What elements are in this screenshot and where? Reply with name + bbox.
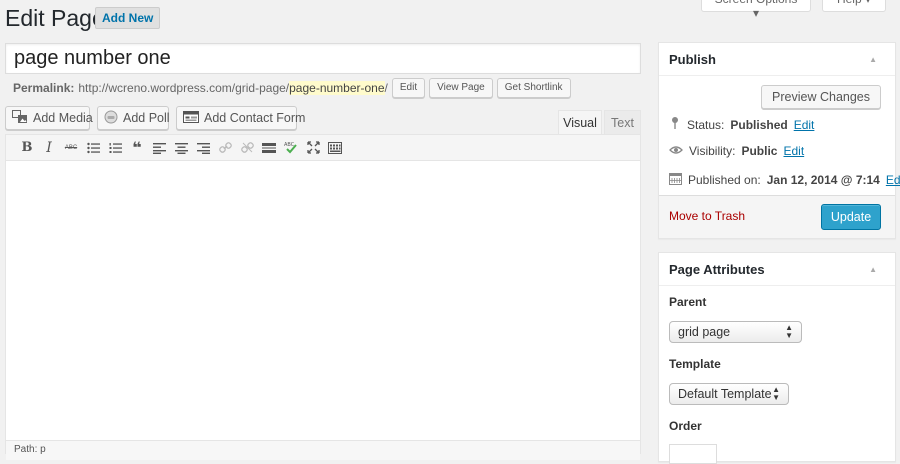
collapse-arrow-icon[interactable]: ▲ xyxy=(869,253,877,286)
preview-changes-button[interactable]: Preview Changes xyxy=(761,85,881,109)
visibility-edit-link[interactable]: Edit xyxy=(783,144,804,158)
remove-link-icon[interactable] xyxy=(236,137,258,159)
permalink-trailing: / xyxy=(384,81,388,95)
select-arrows-icon: ▲ ▼ xyxy=(772,385,780,402)
status-label: Status: xyxy=(687,117,725,132)
published-edit-link[interactable]: Edit xyxy=(886,173,900,187)
status-value: Published xyxy=(730,117,788,132)
editor-path-bar: Path: p xyxy=(6,440,640,460)
status-row: Status: Published Edit xyxy=(669,116,814,133)
add-new-button[interactable]: Add New xyxy=(95,7,161,29)
published-label: Published on: xyxy=(688,173,761,187)
order-label: Order xyxy=(669,419,702,433)
permalink-base[interactable]: http://wcreno.wordpress.com/grid-page/ xyxy=(78,81,289,95)
blockquote-icon[interactable]: ❝ xyxy=(126,137,148,159)
calendar-icon xyxy=(669,172,682,188)
poll-icon xyxy=(104,110,118,127)
select-arrows-icon: ▲ ▼ xyxy=(785,323,793,340)
add-contact-form-label: Add Contact Form xyxy=(204,111,306,125)
spellcheck-icon[interactable]: ABC xyxy=(280,137,302,159)
permalink-edit-button[interactable]: Edit xyxy=(391,78,426,98)
add-media-button[interactable]: Add Media xyxy=(5,106,93,130)
bold-glyph: B xyxy=(21,140,33,155)
parent-select[interactable]: grid page ▲ ▼ xyxy=(669,321,802,343)
contact-form-icon xyxy=(183,110,199,126)
move-to-trash-link[interactable]: Move to Trash xyxy=(669,209,745,223)
content-editor: B I ABC ❝ ABC Path: p xyxy=(5,134,641,460)
add-poll-label: Add Poll xyxy=(123,111,170,125)
publish-box-header[interactable]: Publish ▲ xyxy=(659,43,895,76)
strike-glyph: ABC xyxy=(64,144,78,151)
page-attributes-header[interactable]: Page Attributes ▲ xyxy=(659,253,895,286)
template-select-value: Default Template xyxy=(678,387,772,401)
editor-toolbar: B I ABC ❝ ABC xyxy=(6,135,640,161)
align-left-icon[interactable] xyxy=(148,137,170,159)
help-button[interactable]: Help ▾ xyxy=(822,0,886,12)
published-on-row: Published on: Jan 12, 2014 @ 7:14 Edit xyxy=(669,172,900,188)
title-input[interactable]: page number one xyxy=(5,43,641,74)
numbered-list-icon[interactable] xyxy=(104,137,126,159)
publish-actions: Move to Trash Update xyxy=(659,195,895,238)
publish-box: Publish ▲ Preview Changes Status: Publish… xyxy=(658,42,900,239)
strikethrough-icon[interactable]: ABC xyxy=(60,137,82,159)
template-label: Template xyxy=(669,357,721,371)
eye-icon xyxy=(669,144,683,158)
insert-link-icon[interactable] xyxy=(214,137,236,159)
permalink-row: Permalink: http://wcreno.wordpress.com/g… xyxy=(13,78,571,98)
update-button[interactable]: Update xyxy=(821,204,881,230)
align-right-icon[interactable] xyxy=(192,137,214,159)
add-contact-form-button[interactable]: Add Contact Form xyxy=(176,106,305,130)
screen-options-button[interactable]: Screen Options ▾ xyxy=(701,0,811,20)
pin-icon xyxy=(669,116,681,133)
page-attributes-title: Page Attributes xyxy=(669,262,765,277)
get-shortlink-button[interactable]: Get Shortlink xyxy=(496,78,571,98)
view-page-button[interactable]: View Page xyxy=(429,78,493,98)
media-icon xyxy=(12,109,28,127)
visibility-row: Visibility: Public Edit xyxy=(669,144,804,158)
align-center-icon[interactable] xyxy=(170,137,192,159)
order-input[interactable] xyxy=(669,444,717,464)
page-title: Edit Page xyxy=(5,5,105,31)
add-media-label: Add Media xyxy=(33,111,93,125)
bold-icon[interactable]: B xyxy=(16,137,38,159)
tab-visual[interactable]: Visual xyxy=(558,110,602,134)
parent-select-value: grid page xyxy=(678,325,731,339)
italic-icon[interactable]: I xyxy=(38,137,60,159)
publish-box-title: Publish xyxy=(669,52,716,67)
status-edit-link[interactable]: Edit xyxy=(794,118,815,132)
quote-glyph: ❝ xyxy=(132,139,142,157)
permalink-slug[interactable]: page-number-one xyxy=(289,81,385,95)
collapse-arrow-icon[interactable]: ▲ xyxy=(869,43,877,76)
tab-text[interactable]: Text xyxy=(604,110,641,134)
page-attributes-box: Page Attributes ▲ Parent grid page ▲ ▼ Tem… xyxy=(658,252,896,464)
visibility-value: Public xyxy=(741,144,778,158)
template-select[interactable]: Default Template ▲ ▼ xyxy=(669,383,789,405)
parent-label: Parent xyxy=(669,295,707,309)
read-more-icon[interactable] xyxy=(258,137,280,159)
visibility-label: Visibility: xyxy=(689,144,736,158)
bullet-list-icon[interactable] xyxy=(82,137,104,159)
italic-glyph: I xyxy=(46,139,52,156)
editor-content-area[interactable] xyxy=(6,161,640,441)
add-poll-button[interactable]: Add Poll xyxy=(97,106,170,130)
permalink-label: Permalink: xyxy=(13,81,75,95)
published-value: Jan 12, 2014 @ 7:14 xyxy=(766,173,880,187)
fullscreen-icon[interactable] xyxy=(302,137,324,159)
kitchen-sink-icon[interactable] xyxy=(324,137,346,159)
